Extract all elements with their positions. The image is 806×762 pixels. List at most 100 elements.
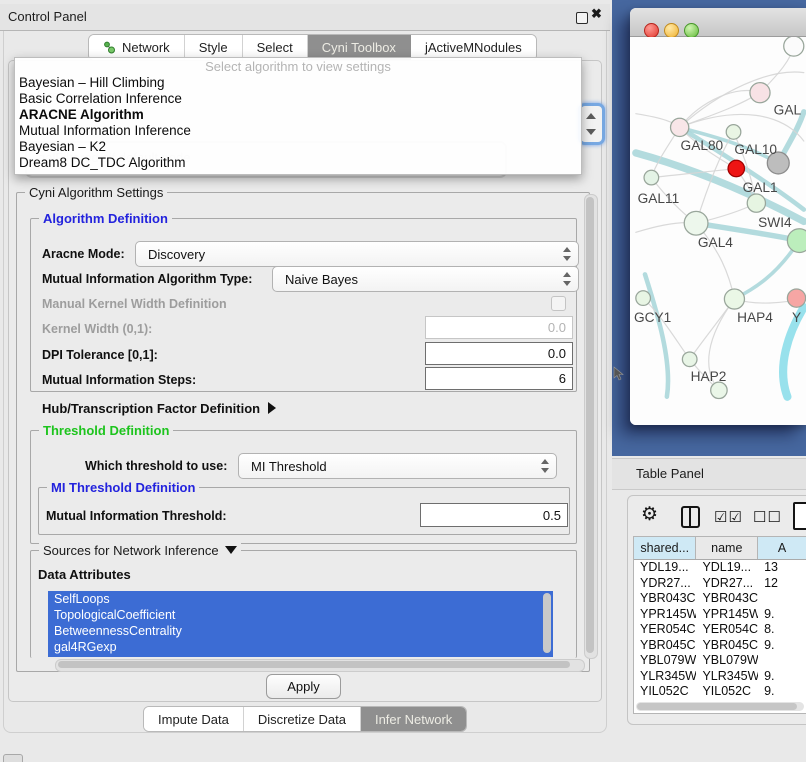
float-icon[interactable] (576, 12, 588, 24)
table-cell: YBL079W (696, 653, 758, 669)
scrollbar-thumb[interactable] (637, 703, 797, 710)
tab-discretize-data[interactable]: Discretize Data (244, 707, 361, 731)
network-node[interactable] (750, 83, 770, 103)
table-cell: YDR27... (696, 576, 758, 592)
table-cell: 8. (758, 622, 806, 638)
unchecked-boxes-icon[interactable]: ☐☐ (753, 508, 782, 526)
network-node[interactable] (724, 289, 744, 309)
network-node[interactable] (787, 289, 805, 307)
table-row[interactable]: YBR043CYBR043C (634, 591, 806, 607)
apply-button[interactable]: Apply (266, 674, 341, 699)
network-node[interactable] (726, 125, 741, 140)
sources-legend[interactable]: Sources for Network Inference (39, 543, 241, 558)
network-node[interactable] (644, 170, 659, 185)
tab-infer-network[interactable]: Infer Network (361, 707, 466, 731)
scrollbar-thumb[interactable] (58, 661, 570, 668)
table-cell: YIL052C (696, 684, 758, 699)
network-node[interactable] (636, 291, 651, 306)
mi-steps-field[interactable]: 6 (425, 367, 573, 390)
manual-kernel-checkbox[interactable] (551, 296, 566, 311)
node-table: shared...nameA YDL19...YDL19...13YDR27..… (633, 536, 806, 714)
network-node[interactable] (684, 211, 708, 235)
table-cell: 9. (758, 684, 806, 699)
table-row[interactable]: YBR045CYBR045C9. (634, 638, 806, 654)
algorithm-option-mutual-information-inference[interactable]: Mutual Information Inference (15, 123, 581, 139)
mi-type-value: Naive Bayes (285, 272, 358, 287)
close-icon[interactable]: ✖ (591, 6, 602, 22)
mi-type-select[interactable]: Naive Bayes (272, 266, 579, 292)
algorithm-option-dream8-dc-tdc-algorithm[interactable]: Dream8 DC_TDC Algorithm (15, 155, 581, 171)
table-cell: YLR345W (696, 669, 758, 685)
split-columns-icon[interactable] (681, 506, 700, 528)
network-node[interactable] (711, 382, 727, 398)
network-node[interactable] (728, 160, 744, 176)
zoom-traffic-light[interactable] (684, 23, 699, 38)
which-threshold-select[interactable]: MI Threshold (238, 453, 557, 479)
settings-horizontal-scrollbar[interactable] (55, 659, 585, 672)
node-label: GAL4 (698, 235, 733, 250)
table-header-row: shared...nameA (634, 537, 806, 560)
network-edge[interactable] (734, 241, 799, 299)
table-row[interactable]: YBL079WYBL079W (634, 653, 806, 669)
algorithm-option-bayesian-hill-climbing[interactable]: Bayesian – Hill Climbing (15, 75, 581, 91)
corner-button[interactable] (3, 754, 23, 762)
bottom-tab-bar: Impute DataDiscretize DataInfer Network (143, 706, 467, 732)
node-label: GAL80 (681, 138, 724, 153)
aracne-mode-label: Aracne Mode: (42, 247, 125, 261)
dpi-tolerance-field[interactable]: 0.0 (425, 342, 573, 365)
tab-impute-data[interactable]: Impute Data (144, 707, 244, 731)
gear-icon[interactable]: ⚙ (641, 503, 658, 526)
node-label: GAL (774, 103, 802, 118)
algorithm-option-basic-correlation-inference[interactable]: Basic Correlation Inference (15, 91, 581, 107)
table-row[interactable]: YPR145WYPR145W9. (634, 607, 806, 623)
attr-list-scrollbar[interactable] (543, 593, 551, 653)
network-edge[interactable] (680, 72, 804, 127)
kernel-width-field[interactable]: 0.0 (425, 316, 573, 339)
table-cell: YDR27... (634, 576, 696, 592)
table-row[interactable]: YLR345WYLR345W9. (634, 669, 806, 685)
expand-right-icon (268, 402, 276, 414)
table-row[interactable]: YIL052CYIL052C9. (634, 684, 806, 699)
network-node[interactable] (784, 37, 804, 56)
data-attributes-list[interactable]: SelfLoopsTopologicalCoefficientBetweenne… (48, 591, 553, 657)
table-row[interactable]: YDR27...YDR27...12 (634, 576, 806, 592)
algorithm-option-bayesian-k2[interactable]: Bayesian – K2 (15, 139, 581, 155)
settings-vertical-scrollbar[interactable] (584, 194, 598, 659)
column-header-a[interactable]: A (758, 537, 806, 559)
minimize-traffic-light[interactable] (664, 23, 679, 38)
close-traffic-light[interactable] (644, 23, 659, 38)
document-icon[interactable] (793, 502, 806, 530)
network-edge[interactable] (680, 90, 760, 127)
table-horizontal-scrollbar[interactable] (636, 702, 804, 711)
network-window-titlebar[interactable] (630, 8, 806, 37)
column-header-shared[interactable]: shared... (634, 537, 696, 559)
focused-combo-spinner[interactable] (578, 103, 605, 145)
threshold-definition-legend: Threshold Definition (39, 423, 173, 438)
table-row[interactable]: YER054CYER054C8. (634, 622, 806, 638)
scrollbar-thumb[interactable] (586, 197, 594, 653)
aracne-mode-select[interactable]: Discovery (135, 241, 579, 267)
checked-boxes-icon[interactable]: ☑☑ (714, 508, 743, 526)
attribute-item-betweennesscentrality[interactable]: BetweennessCentrality (48, 623, 553, 639)
attribute-item-gal4rgexp[interactable]: gal4RGexp (48, 639, 553, 655)
network-canvas[interactable]: GALGAL80GAL10GAL11GAL1GAL4SWI4GCY1HAP4YH… (630, 37, 806, 425)
column-header-name[interactable]: name (696, 537, 758, 559)
attribute-item-topologicalcoefficient[interactable]: TopologicalCoefficient (48, 607, 553, 623)
table-row[interactable]: YDL19...YDL19...13 (634, 560, 806, 576)
network-node[interactable] (671, 118, 689, 136)
node-label: GAL11 (638, 191, 680, 206)
network-node[interactable] (682, 352, 697, 367)
attribute-item-selfloops[interactable]: SelfLoops (48, 591, 553, 607)
mi-threshold-label: Mutual Information Threshold: (46, 509, 227, 523)
collapse-down-icon (225, 546, 237, 554)
table-cell (758, 653, 806, 669)
network-graph-icon (103, 41, 116, 54)
network-node[interactable] (747, 194, 765, 212)
network-window: GALGAL80GAL10GAL11GAL1GAL4SWI4GCY1HAP4YH… (630, 8, 806, 425)
hub-definition-toggle[interactable]: Hub/Transcription Factor Definition (42, 401, 276, 416)
network-node[interactable] (787, 229, 806, 253)
algorithm-dropdown-popup: Select algorithm to view settings Bayesi… (14, 57, 582, 175)
dpi-tolerance-label: DPI Tolerance [0,1]: (42, 348, 158, 362)
algorithm-option-aracne-algorithm[interactable]: ARACNE Algorithm (15, 107, 581, 123)
mi-threshold-field[interactable]: 0.5 (420, 503, 568, 527)
